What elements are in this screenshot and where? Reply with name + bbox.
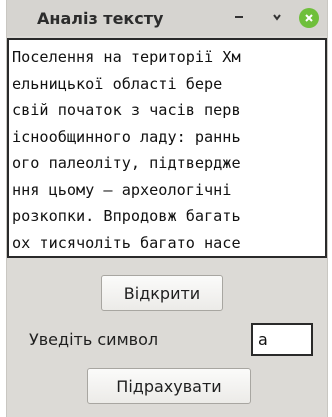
maximize-button[interactable] [265, 6, 289, 30]
text-line: ого палеоліту, підтвердже [12, 154, 241, 172]
open-button[interactable]: Відкрити [101, 275, 223, 311]
symbol-label: Уведіть символ [29, 330, 159, 349]
symbol-input[interactable] [251, 323, 313, 356]
text-line: Поселення на території Хм [12, 48, 241, 66]
chevron-down-icon [270, 9, 284, 28]
text-area[interactable]: Поселення на території Хм ельницької обл… [7, 38, 327, 258]
minimize-button[interactable] [227, 6, 251, 30]
close-button[interactable] [297, 6, 321, 30]
text-line: ельницької області бере [12, 74, 223, 93]
title-bar[interactable]: Аналіз тексту [7, 0, 327, 36]
text-line: свій початок з часів перв [12, 101, 241, 119]
app-window: Аналіз тексту Поселення на території Хм … [6, 0, 328, 417]
window-title: Аналіз тексту [37, 9, 164, 28]
close-icon [299, 8, 319, 28]
count-button[interactable]: Підрахувати [87, 368, 251, 404]
text-line: розкопки. Впродовж багать [12, 207, 241, 225]
text-line: існообщинного ладу: раннь [12, 127, 241, 146]
text-line: ох тисячоліть багато насе [12, 233, 241, 252]
minimize-icon [232, 9, 246, 28]
text-line: ння цьому – археологічні [12, 180, 232, 199]
